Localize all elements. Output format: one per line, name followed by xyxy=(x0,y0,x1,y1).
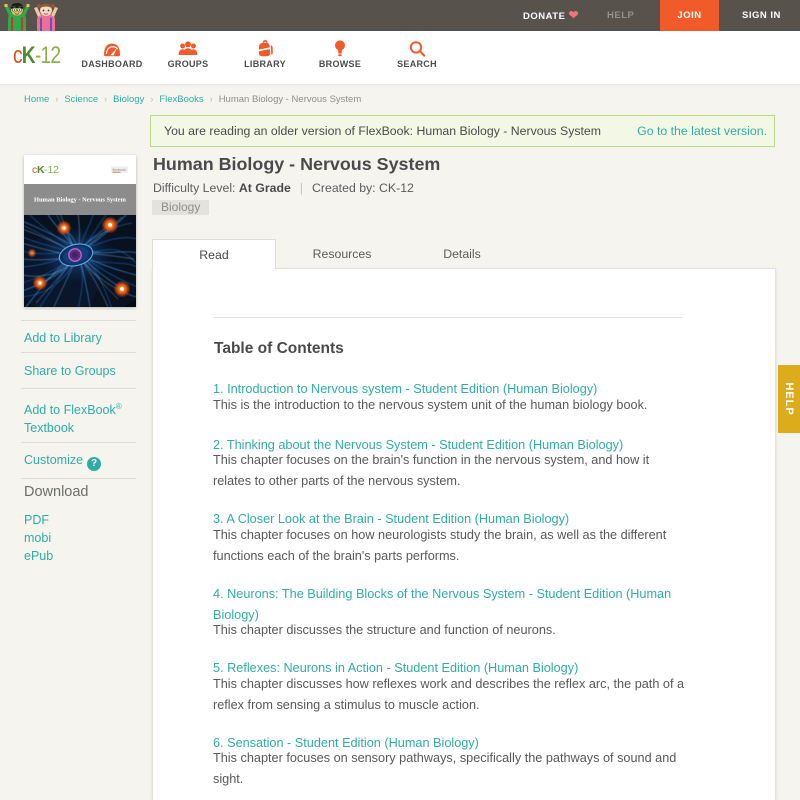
svg-text:cK-12: cK-12 xyxy=(32,164,59,176)
svg-text:flexbook: flexbook xyxy=(113,168,127,172)
svg-text:Human Biology - Nervous System: Human Biology - Nervous System xyxy=(34,197,127,204)
